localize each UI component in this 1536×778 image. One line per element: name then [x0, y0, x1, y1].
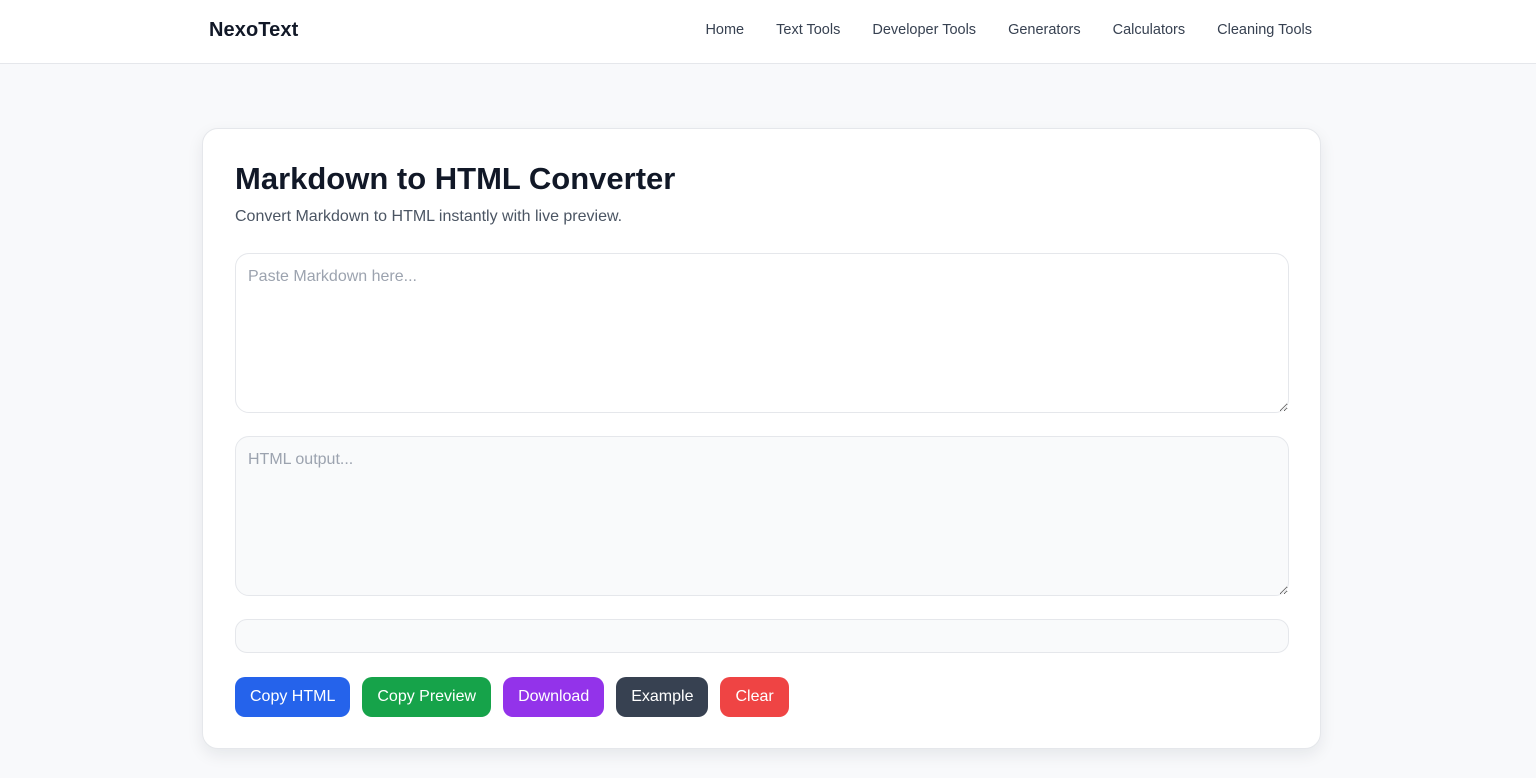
nav-cleaning-tools[interactable]: Cleaning Tools [1217, 22, 1312, 38]
copy-preview-button[interactable]: Copy Preview [362, 677, 492, 717]
example-button[interactable]: Example [616, 677, 709, 717]
nav-generators[interactable]: Generators [1008, 22, 1081, 38]
clear-button[interactable]: Clear [720, 677, 789, 717]
site-logo[interactable]: NexoText [209, 19, 298, 42]
nav-home[interactable]: Home [705, 22, 744, 38]
copy-html-button[interactable]: Copy HTML [235, 677, 351, 717]
page-subtitle: Convert Markdown to HTML instantly with … [235, 208, 623, 225]
top-navigation-bar: NexoText Home Text Tools Developer Tools… [0, 0, 1536, 64]
markdown-input[interactable] [235, 253, 1289, 413]
action-buttons: Copy HTML Copy Preview Download Example … [235, 677, 789, 717]
nav-calculators[interactable]: Calculators [1113, 22, 1186, 38]
download-button[interactable]: Download [503, 677, 605, 717]
nav-text-tools[interactable]: Text Tools [776, 22, 840, 38]
main-nav: Home Text Tools Developer Tools Generato… [705, 22, 1312, 38]
html-output[interactable] [235, 436, 1289, 596]
nav-developer-tools[interactable]: Developer Tools [872, 22, 976, 38]
page-title: Markdown to HTML Converter [235, 161, 676, 196]
converter-card: Markdown to HTML Converter Convert Markd… [202, 128, 1321, 749]
live-preview [235, 619, 1289, 653]
